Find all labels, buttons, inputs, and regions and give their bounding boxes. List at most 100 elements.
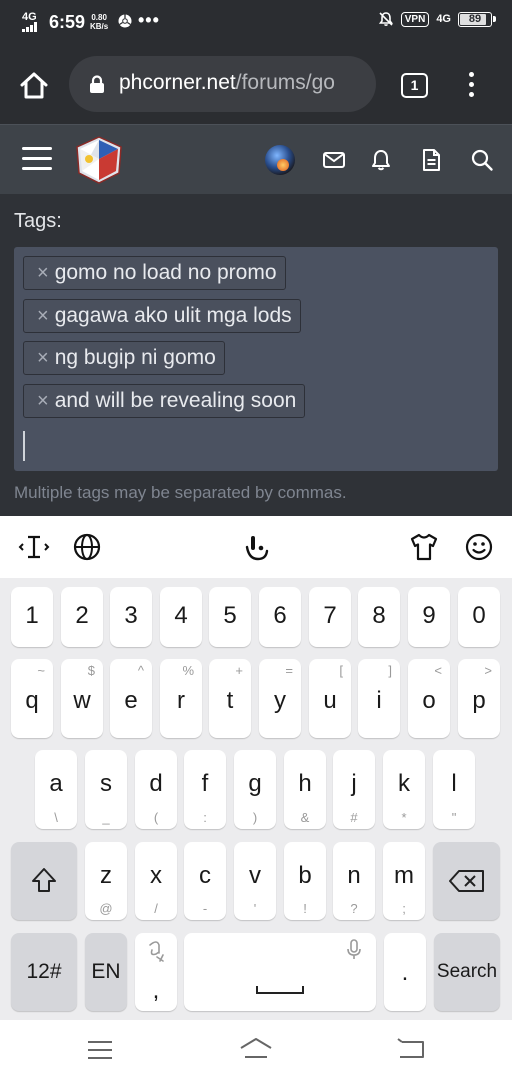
key-label: x (150, 862, 162, 889)
key-5[interactable]: 5 (209, 587, 251, 647)
site-logo[interactable] (74, 135, 124, 185)
user-avatar[interactable] (265, 145, 295, 175)
key-label: r (177, 687, 185, 714)
key-o[interactable]: < o (408, 659, 450, 738)
key-t[interactable]: + t (209, 659, 251, 738)
key-label: h (298, 770, 312, 797)
screen: 4G 6:59 0.80 KB/s ••• VPN 4G 89 phcorner… (0, 0, 512, 1080)
key-label: n (347, 862, 361, 889)
translate-icon (149, 941, 164, 962)
search-key[interactable]: Search (434, 933, 500, 1011)
key-4[interactable]: 4 (160, 587, 202, 647)
more-notifications-icon: ••• (138, 10, 160, 30)
cursor-control-icon[interactable] (17, 530, 51, 564)
key-0[interactable]: 0 (458, 587, 500, 647)
key-j[interactable]: j # (333, 750, 375, 829)
backspace-key[interactable] (433, 842, 500, 920)
key-k[interactable]: k * (383, 750, 425, 829)
shift-key[interactable] (11, 842, 77, 920)
key-r[interactable]: % r (160, 659, 202, 738)
key-a[interactable]: a \ (35, 750, 77, 829)
key-label: c (199, 862, 211, 889)
soft-keyboard: 1 2 3 4 5 6 7 8 9 0 ~ q $ w ^ e % r + t = y [u… (0, 516, 512, 1020)
key-u[interactable]: [u (309, 659, 351, 738)
symbols-key[interactable]: 12# (11, 933, 77, 1011)
address-bar[interactable]: phcorner.net/forums/go (69, 56, 376, 112)
key-label: q (25, 687, 39, 714)
key-2[interactable]: 2 (61, 587, 103, 647)
document-icon[interactable] (418, 147, 444, 173)
key-z[interactable]: z @ (85, 842, 127, 920)
key-p[interactable]: > p (458, 659, 500, 738)
key-9[interactable]: 9 (408, 587, 450, 647)
space-key[interactable] (184, 933, 376, 1011)
key-m[interactable]: m; (383, 842, 425, 920)
key-n[interactable]: n? (333, 842, 375, 920)
key-label: 2 (75, 602, 89, 629)
key-label: l (451, 770, 457, 797)
key-alt-label: _ (102, 810, 110, 825)
key-x[interactable]: x / (135, 842, 177, 920)
key-l[interactable]: l " (433, 750, 475, 829)
comma-key[interactable]: , (135, 933, 177, 1011)
key-g[interactable]: g) (234, 750, 276, 829)
recents-menu-icon[interactable] (86, 1039, 114, 1061)
key-alt-label: ! (303, 901, 307, 916)
key-label: 1 (25, 602, 39, 629)
notifications-off-icon (378, 12, 393, 26)
status-bar: 4G 6:59 0.80 KB/s ••• VPN 4G 89 (0, 0, 512, 44)
key-c[interactable]: c- (184, 842, 226, 920)
key-1[interactable]: 1 (11, 587, 53, 647)
handwriting-icon[interactable] (240, 530, 274, 564)
key-label: e (124, 687, 138, 714)
nav-home-icon[interactable] (238, 1036, 274, 1062)
emoji-icon[interactable] (462, 530, 496, 564)
tag-chip[interactable]: × gagawa ako ulit mga lods (23, 299, 301, 333)
key-v[interactable]: v ' (234, 842, 276, 920)
remove-tag-icon[interactable]: × (37, 262, 49, 284)
search-icon[interactable] (469, 147, 495, 173)
key-label: m (394, 862, 414, 889)
tag-chip[interactable]: × ng bugip ni gomo (23, 341, 225, 375)
key-7[interactable]: 7 (309, 587, 351, 647)
home-icon[interactable] (18, 70, 50, 102)
key-d[interactable]: d( (135, 750, 177, 829)
tab-switcher-button[interactable]: 1 (401, 73, 428, 98)
remove-tag-icon[interactable]: × (37, 390, 49, 412)
key-h[interactable]: h & (284, 750, 326, 829)
key-alt-label: = (285, 663, 293, 678)
key-f[interactable]: f: (184, 750, 226, 829)
key-label: Search (436, 961, 498, 982)
tag-chip[interactable]: × gomo no load no promo (23, 256, 286, 290)
hamburger-menu-icon[interactable] (22, 147, 52, 173)
network-speed-value: 0.80 (91, 13, 107, 22)
language-key[interactable]: EN (85, 933, 127, 1011)
key-q[interactable]: ~ q (11, 659, 53, 738)
key-8[interactable]: 8 (358, 587, 400, 647)
browser-menu-icon[interactable] (466, 72, 476, 100)
period-key[interactable]: . (384, 933, 426, 1011)
tag-chip[interactable]: × and will be revealing soon (23, 384, 306, 418)
remove-tag-icon[interactable]: × (37, 347, 49, 369)
key-alt-label: > (484, 663, 492, 678)
key-alt-label: [ (339, 663, 343, 678)
key-label: 3 (124, 602, 138, 629)
key-s[interactable]: s _ (85, 750, 127, 829)
key-w[interactable]: $ w (61, 659, 103, 738)
key-label: o (422, 687, 436, 714)
back-icon[interactable] (396, 1037, 426, 1061)
globe-icon[interactable] (70, 530, 104, 564)
key-label: t (226, 687, 234, 714)
tags-input[interactable]: × gomo no load no promo × gagawa ako ulit … (14, 247, 498, 471)
remove-tag-icon[interactable]: × (37, 305, 49, 327)
key-e[interactable]: ^ e (110, 659, 152, 738)
key-6[interactable]: 6 (259, 587, 301, 647)
inbox-icon[interactable] (321, 147, 347, 173)
key-b[interactable]: b! (284, 842, 326, 920)
key-y[interactable]: = y (259, 659, 301, 738)
key-3[interactable]: 3 (110, 587, 152, 647)
bell-icon[interactable] (368, 147, 394, 173)
theme-shirt-icon[interactable] (407, 530, 441, 564)
url-path: /forums/go (235, 71, 335, 94)
key-i[interactable]: ] i (358, 659, 400, 738)
